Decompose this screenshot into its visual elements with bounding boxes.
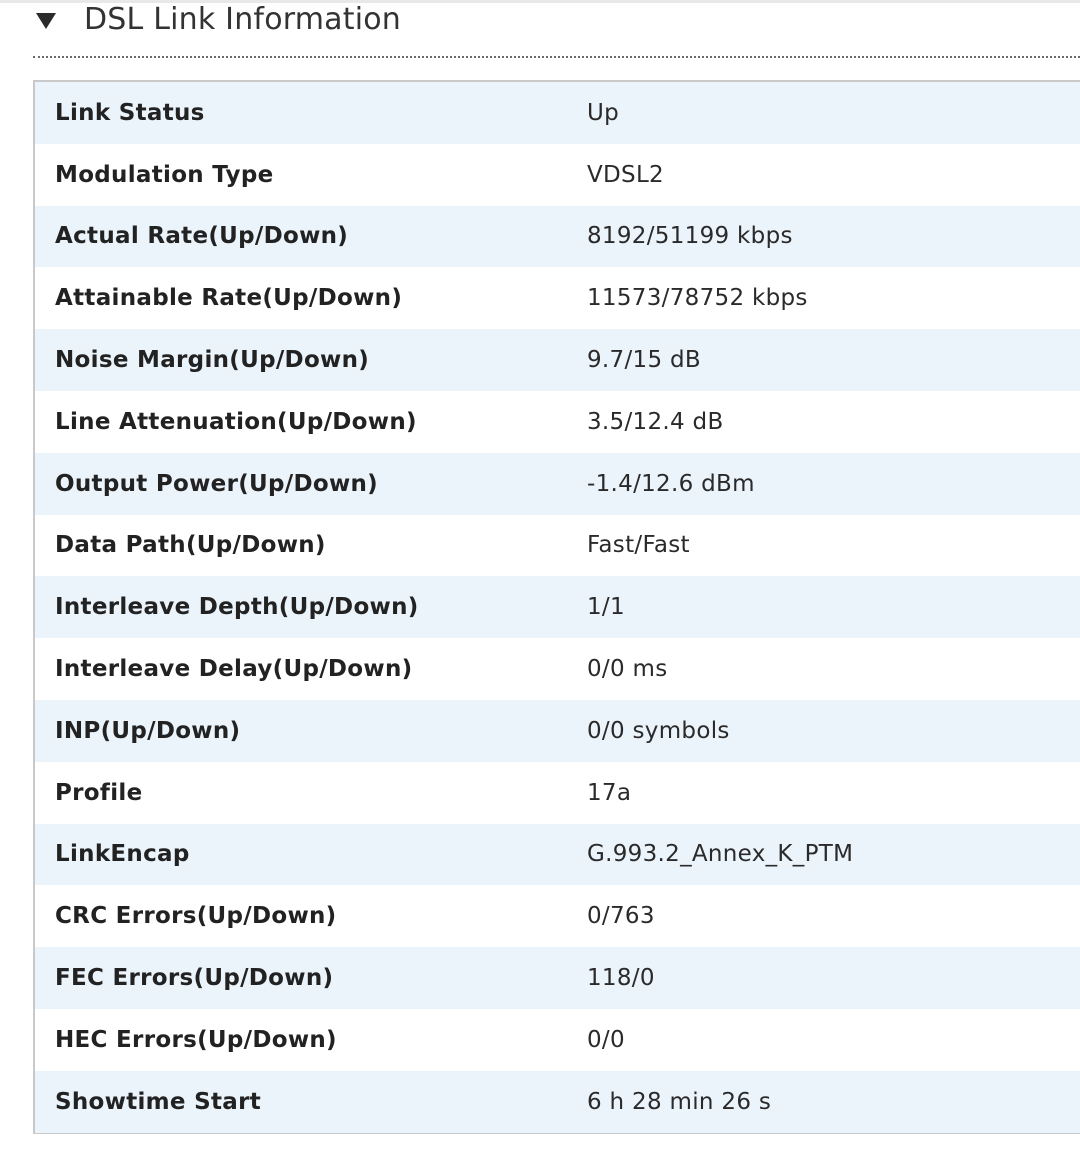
section-title: DSL Link Information — [84, 2, 402, 37]
row-label: Modulation Type — [55, 161, 274, 188]
table-row: Line Attenuation(Up/Down) 3.5/12.4 dB — [35, 390, 1080, 453]
table-row: Interleave Delay(Up/Down) 0/0 ms — [35, 638, 1080, 700]
caret-down-icon[interactable] — [36, 13, 56, 29]
row-label: Noise Margin(Up/Down) — [55, 347, 370, 374]
table-row: Data Path(Up/Down) Fast/Fast — [35, 514, 1080, 577]
dotted-divider — [33, 56, 1080, 58]
dsl-info-table: Link Status Up Modulation Type VDSL2 Act… — [33, 80, 1080, 1134]
row-value: 0/0 symbols — [587, 717, 730, 744]
row-value: Fast/Fast — [587, 532, 690, 559]
row-label: Output Power(Up/Down) — [55, 470, 378, 497]
row-label: CRC Errors(Up/Down) — [55, 903, 337, 930]
row-value: 6 h 28 min 26 s — [587, 1088, 772, 1115]
row-value: 17a — [587, 779, 632, 806]
table-row: Interleave Depth(Up/Down) 1/1 — [35, 576, 1080, 639]
table-row: Modulation Type VDSL2 — [35, 143, 1080, 206]
table-row: Showtime Start 6 h 28 min 26 s — [35, 1070, 1080, 1133]
row-label: Actual Rate(Up/Down) — [55, 223, 349, 250]
row-label: Interleave Depth(Up/Down) — [55, 594, 419, 621]
row-label: Showtime Start — [55, 1088, 262, 1115]
row-label: Data Path(Up/Down) — [55, 532, 326, 559]
row-value: 1/1 — [587, 594, 625, 621]
row-label: Line Attenuation(Up/Down) — [55, 408, 417, 435]
table-row: Attainable Rate(Up/Down) 11573/78752 kbp… — [35, 267, 1080, 330]
table-row: LinkEncap G.993.2_Annex_K_PTM — [35, 823, 1080, 886]
row-value: 0/0 ms — [587, 656, 668, 683]
row-value: 0/763 — [587, 903, 655, 930]
table-row: FEC Errors(Up/Down) 118/0 — [35, 947, 1080, 1009]
row-value: -1.4/12.6 dBm — [587, 470, 755, 497]
row-label: Interleave Delay(Up/Down) — [55, 656, 413, 683]
row-value: G.993.2_Annex_K_PTM — [587, 841, 854, 868]
table-row: Output Power(Up/Down) -1.4/12.6 dBm — [35, 452, 1080, 515]
row-label: LinkEncap — [55, 841, 190, 868]
row-label: Attainable Rate(Up/Down) — [55, 285, 403, 312]
table-row: CRC Errors(Up/Down) 0/763 — [35, 885, 1080, 948]
row-value: 11573/78752 kbps — [587, 285, 808, 312]
table-row: HEC Errors(Up/Down) 0/0 — [35, 1008, 1080, 1071]
row-value: 118/0 — [587, 965, 655, 992]
row-label: INP(Up/Down) — [55, 717, 241, 744]
row-value: VDSL2 — [587, 161, 664, 188]
row-value: 8192/51199 kbps — [587, 223, 793, 250]
row-value: 0/0 — [587, 1026, 625, 1053]
row-value: Up — [587, 99, 620, 126]
table-row: INP(Up/Down) 0/0 symbols — [35, 699, 1080, 762]
row-label: HEC Errors(Up/Down) — [55, 1026, 337, 1053]
table-row: Link Status Up — [35, 82, 1080, 144]
row-label: Link Status — [55, 99, 205, 126]
row-label: Profile — [55, 779, 143, 806]
table-row: Noise Margin(Up/Down) 9.7/15 dB — [35, 329, 1080, 391]
table-row: Actual Rate(Up/Down) 8192/51199 kbps — [35, 205, 1080, 268]
section-header-dsl-link[interactable]: DSL Link Information — [36, 0, 401, 40]
row-label: FEC Errors(Up/Down) — [55, 965, 334, 992]
row-value: 3.5/12.4 dB — [587, 408, 724, 435]
table-row: Profile 17a — [35, 761, 1080, 824]
row-value: 9.7/15 dB — [587, 347, 701, 374]
